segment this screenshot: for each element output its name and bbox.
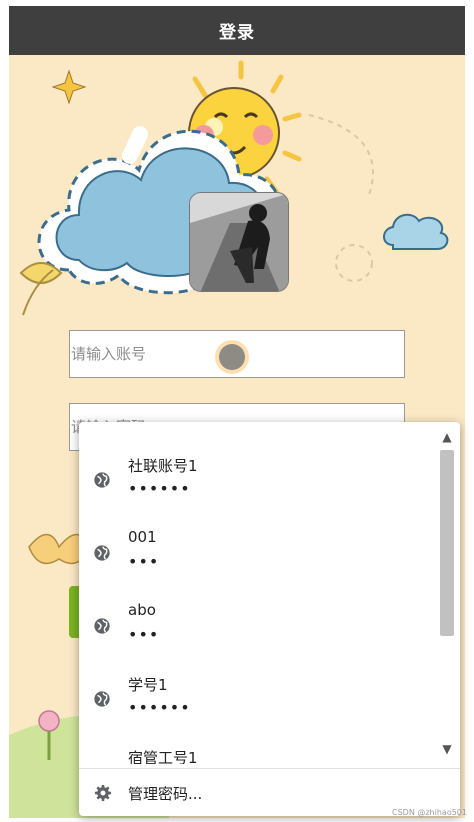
chevron-up-icon[interactable]: ▲ [436,426,458,448]
dropdown-scrollbar[interactable]: ▲ ▼ [436,426,458,764]
saved-credential-item[interactable]: abo ••• [79,581,435,653]
page-title: 登录 [219,23,255,43]
credential-masked-password: ••• [128,552,160,571]
credential-username: 001 [128,528,157,546]
saved-credential-item[interactable]: 001 ••• [79,508,435,580]
scrollbar-thumb[interactable] [440,450,454,636]
credential-masked-password: ••• [128,625,160,644]
credential-username: 社联账号1 [128,457,198,475]
credential-username: abo [128,601,156,619]
globe-icon [94,472,110,488]
saved-credentials-list: 社联账号1 •••••• 001 ••• abo ••• 学号1 •••••• … [79,422,435,764]
page-header: 登录 [9,6,465,55]
password-autofill-dropdown: 社联账号1 •••••• 001 ••• abo ••• 学号1 •••••• … [79,422,460,816]
touch-cursor-indicator [219,344,245,370]
saved-credential-item[interactable]: 社联账号1 •••••• [79,435,435,507]
credential-username: 宿管工号1 [128,749,198,764]
globe-icon [94,618,110,634]
saved-credential-item[interactable]: 学号1 •••••• [79,654,435,726]
user-avatar [189,192,289,292]
manage-passwords-label: 管理密码... [128,785,203,803]
credential-username: 学号1 [128,676,168,694]
globe-icon [94,691,110,707]
watermark: CSDN @zhihao501 [392,808,467,817]
chevron-down-icon[interactable]: ▼ [436,738,458,760]
globe-icon [94,545,110,561]
credential-masked-password: •••••• [128,698,191,717]
gear-icon [94,784,112,802]
globe-icon [93,763,111,764]
saved-credential-item[interactable]: 宿管工号1 [79,727,435,764]
credential-masked-password: •••••• [128,479,191,498]
